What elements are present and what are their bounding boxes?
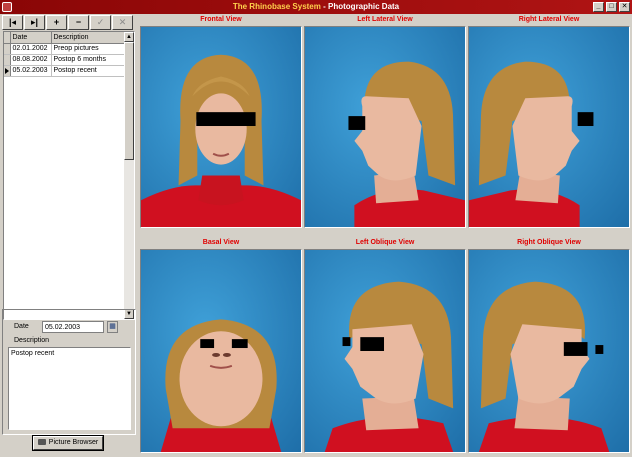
view-cell-left-lateral: Left Lateral View: [304, 15, 466, 229]
table-row[interactable]: 02.01.2002 Preop pictures: [4, 43, 126, 55]
column-header-date[interactable]: Date: [10, 32, 52, 44]
column-header-description[interactable]: Description: [51, 32, 126, 44]
calendar-icon[interactable]: ▦: [107, 321, 118, 333]
add-icon[interactable]: +: [46, 15, 67, 30]
records-panel: |◂ ▸| + − ✓ ✕ Date Description 02.01.200…: [0, 14, 138, 457]
left-lateral-view-photo[interactable]: [304, 26, 466, 228]
basal-view-photo[interactable]: [140, 249, 302, 453]
view-cell-frontal: Frontal View: [140, 15, 302, 229]
last-record-icon[interactable]: ▸|: [24, 15, 45, 30]
table-row[interactable]: 08.08.2002 Postop 6 months: [4, 54, 126, 66]
picture-browser-label: Picture Browser: [48, 439, 99, 446]
row-description[interactable]: Postop 6 months: [51, 54, 126, 66]
title-bar: The Rhinobase System - Photographic Data…: [0, 0, 632, 14]
right-lateral-view-photo[interactable]: [468, 26, 630, 228]
date-field[interactable]: 05.02.2003: [42, 321, 104, 333]
photo-grid: Frontal View Left Lateral View Right Lat…: [138, 14, 632, 457]
row-description[interactable]: Postop recent: [51, 65, 126, 77]
confirm-icon[interactable]: ✓: [90, 15, 111, 30]
picture-browser-button[interactable]: Picture Browser: [32, 435, 104, 451]
right-oblique-view-photo[interactable]: [468, 249, 630, 453]
grid-header: Date Description: [4, 32, 126, 44]
view-cell-basal: Basal View: [140, 238, 302, 454]
row-description[interactable]: Preop pictures: [51, 43, 126, 55]
description-field[interactable]: Postop recent: [8, 347, 131, 430]
record-detail: Date 05.02.2003 ▦ Description Postop rec…: [2, 309, 136, 435]
row-date[interactable]: 02.01.2002: [10, 43, 52, 55]
window-title: The Rhinobase System - Photographic Data: [0, 2, 632, 11]
maximize-button[interactable]: □: [606, 2, 617, 12]
close-button[interactable]: ✕: [619, 2, 630, 12]
table-row[interactable]: 05.02.2003 Postop recent: [4, 65, 126, 77]
row-date[interactable]: 05.02.2003: [10, 65, 52, 77]
view-cell-right-lateral: Right Lateral View: [468, 15, 630, 229]
view-cell-right-oblique: Right Oblique View: [468, 238, 630, 454]
first-record-icon[interactable]: |◂: [2, 15, 23, 30]
camera-icon: [37, 439, 46, 445]
date-label: Date: [14, 323, 29, 330]
view-title: Basal View: [202, 239, 240, 246]
delete-icon[interactable]: −: [68, 15, 89, 30]
grid-scrollbar[interactable]: ▲ ▼: [124, 32, 134, 319]
left-oblique-view-photo[interactable]: [304, 249, 466, 453]
view-title: Right Oblique View: [517, 239, 581, 246]
records-grid[interactable]: Date Description 02.01.2002 Preop pictur…: [3, 31, 135, 320]
view-cell-left-oblique: Left Oblique View: [304, 238, 466, 454]
cancel-icon[interactable]: ✕: [112, 15, 133, 30]
view-title: Frontal View: [200, 16, 242, 23]
scroll-thumb[interactable]: [124, 42, 134, 160]
record-navigator: |◂ ▸| + − ✓ ✕: [2, 15, 133, 30]
frontal-view-photo[interactable]: [140, 26, 302, 228]
minimize-button[interactable]: _: [593, 2, 604, 12]
scroll-up-icon[interactable]: ▲: [124, 32, 134, 42]
view-title: Left Lateral View: [357, 16, 413, 23]
view-title: Left Oblique View: [355, 239, 415, 246]
view-title: Right Lateral View: [518, 16, 580, 23]
row-date[interactable]: 08.08.2002: [10, 54, 52, 66]
description-label: Description: [14, 337, 50, 344]
app-name: The Rhinobase System: [232, 2, 321, 11]
window-subtitle: Photographic Data: [328, 2, 400, 11]
current-row-arrow-icon: [4, 67, 9, 74]
title-separator: -: [323, 2, 326, 11]
